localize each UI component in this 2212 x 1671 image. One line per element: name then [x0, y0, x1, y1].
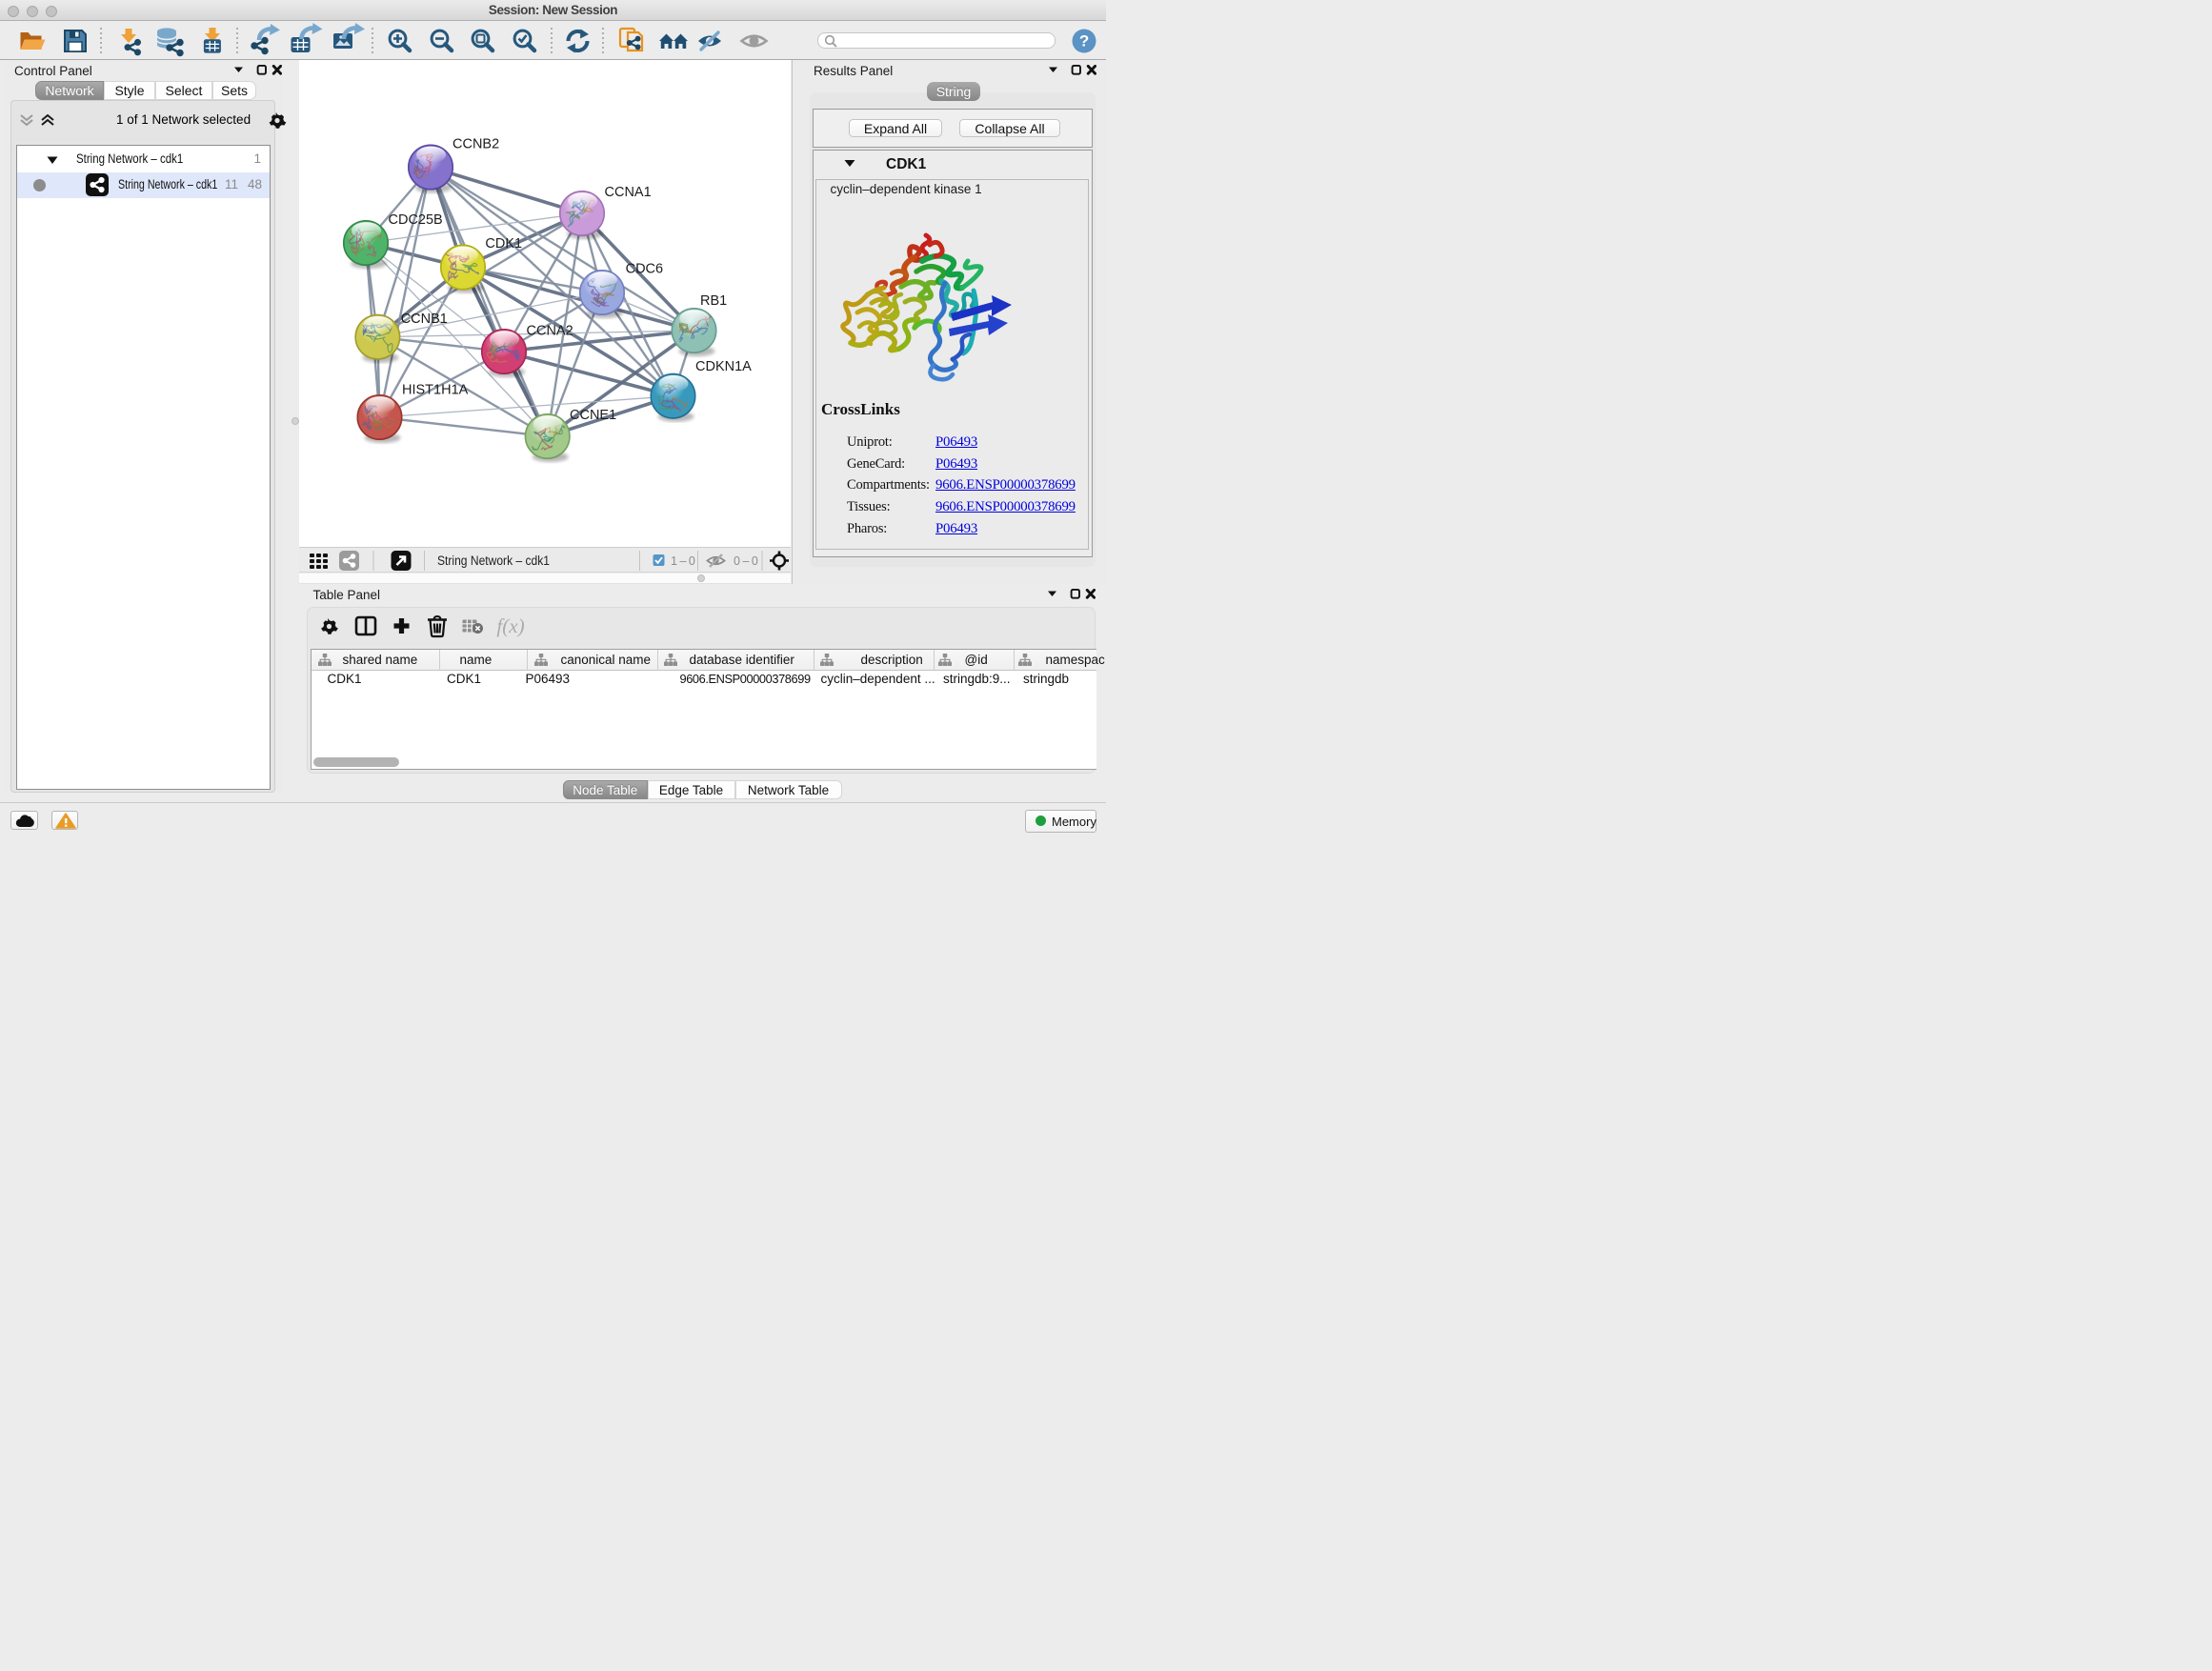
- svg-text:1 – 0: 1 – 0: [671, 554, 695, 568]
- svg-text:CDC6: CDC6: [626, 262, 663, 277]
- svg-text:CDK1: CDK1: [485, 236, 522, 252]
- svg-text:HIST1H1A: HIST1H1A: [402, 383, 469, 398]
- svg-text:CCNB2: CCNB2: [452, 137, 499, 152]
- svg-text:CCNA2: CCNA2: [527, 324, 573, 339]
- svg-text:?: ?: [1079, 32, 1089, 50]
- svg-text:String Network – cdk1: String Network – cdk1: [437, 554, 550, 568]
- svg-text:0 – 0: 0 – 0: [734, 554, 758, 568]
- svg-text:CCNE1: CCNE1: [570, 408, 616, 423]
- svg-text:CCNB1: CCNB1: [401, 312, 448, 327]
- svg-text:CCNA1: CCNA1: [605, 185, 652, 200]
- svg-text:f(x): f(x): [496, 614, 524, 637]
- svg-text:CDKN1A: CDKN1A: [695, 359, 752, 374]
- svg-text:RB1: RB1: [700, 293, 727, 309]
- svg-text:CDC25B: CDC25B: [389, 212, 443, 228]
